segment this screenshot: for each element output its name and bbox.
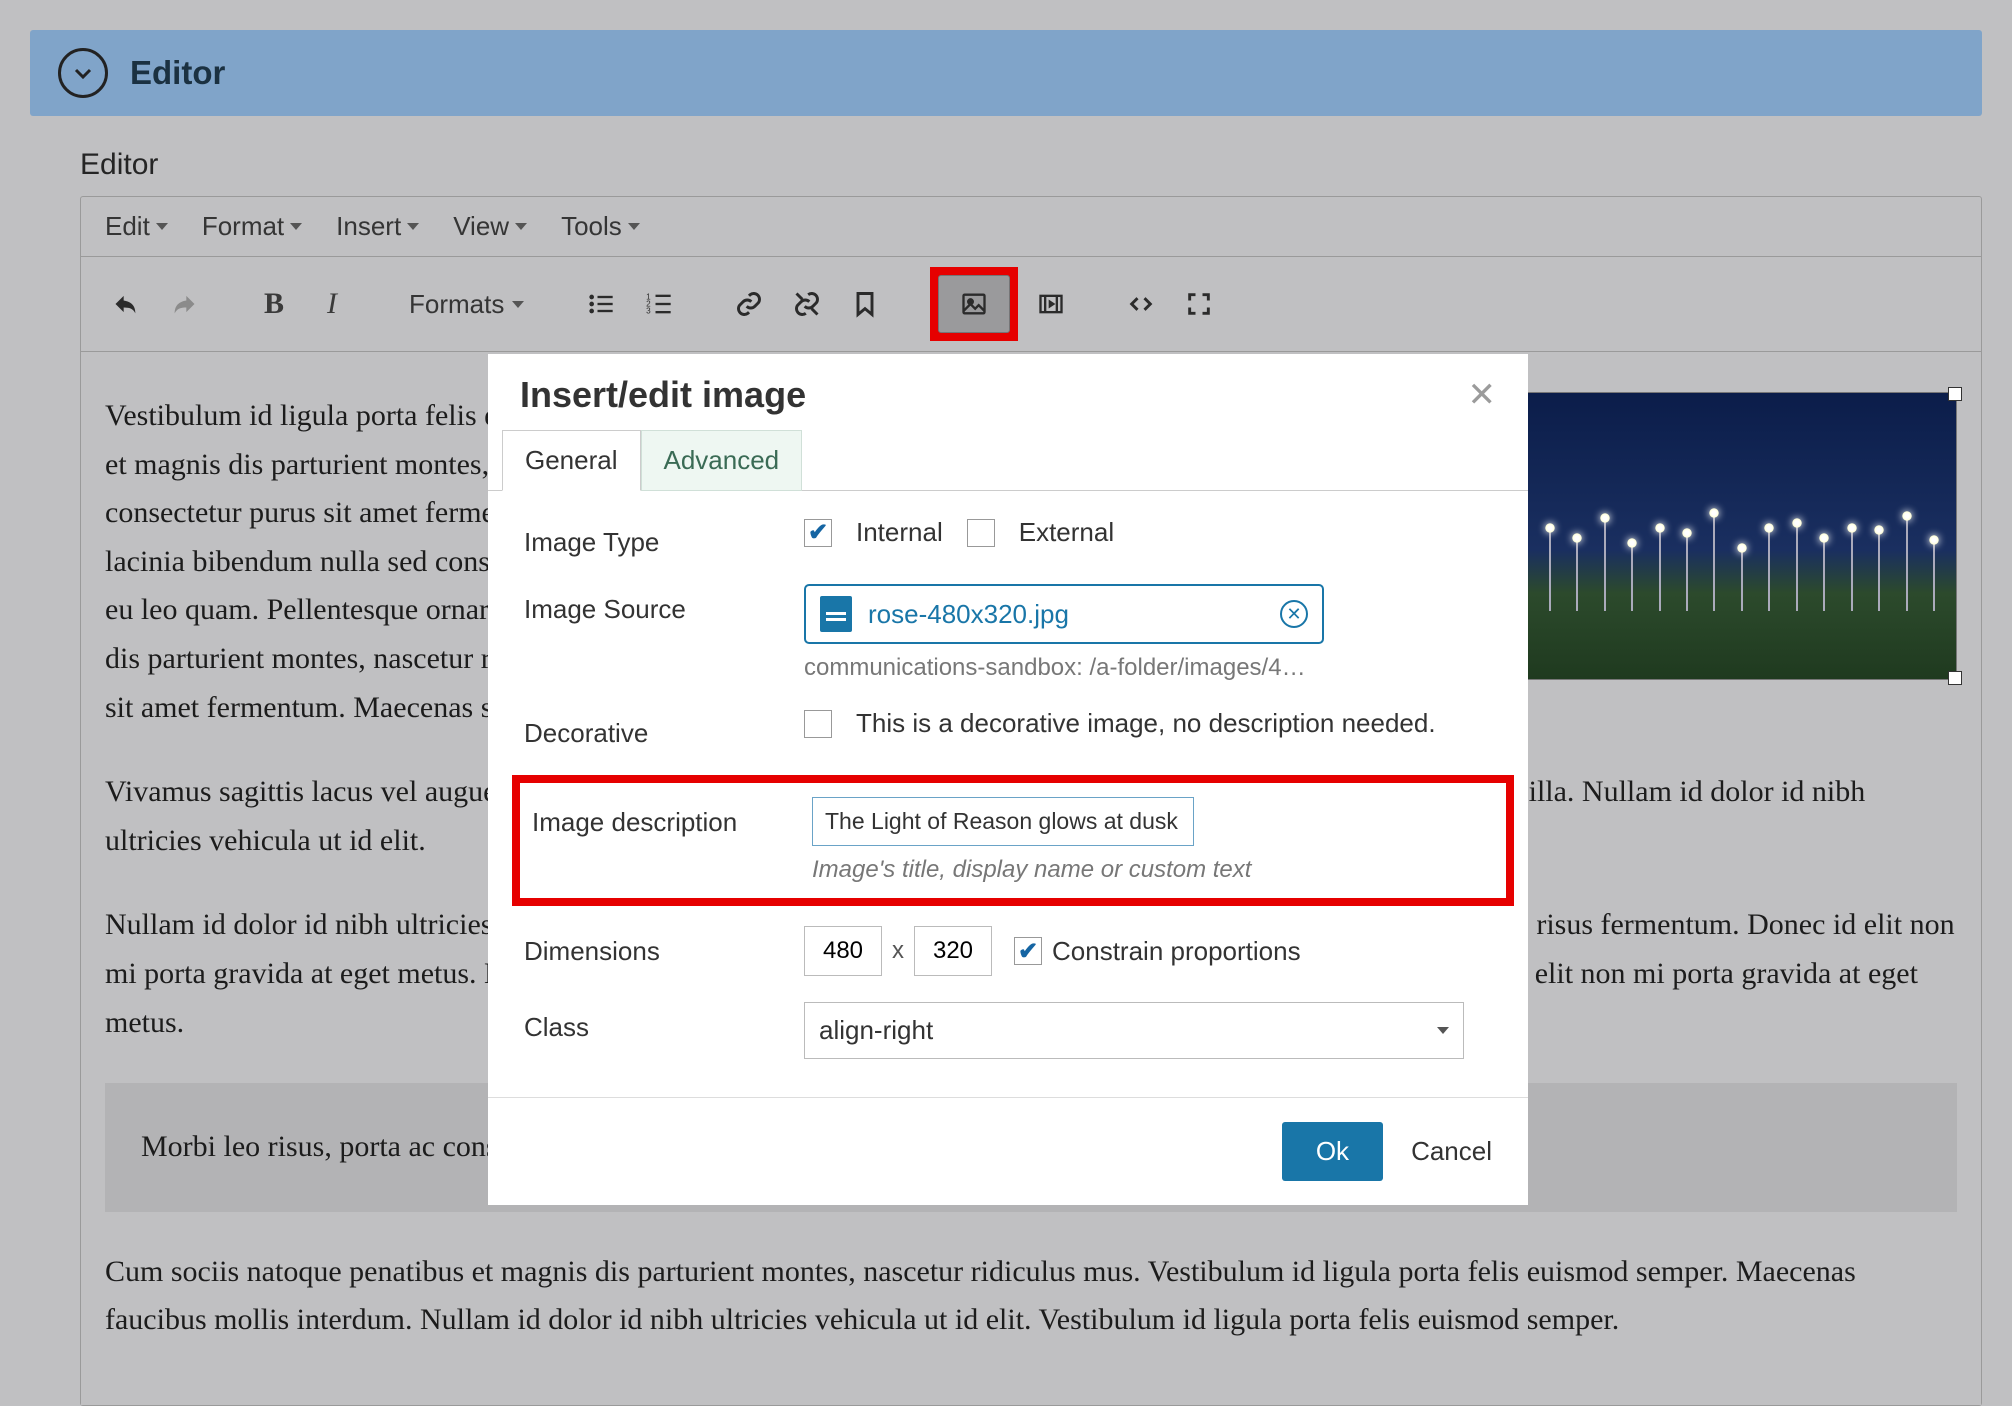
tab-advanced[interactable]: Advanced [641,430,803,491]
checkbox-constrain[interactable] [1014,937,1042,965]
image-description-highlight: Image description Image's title, display… [512,775,1514,906]
toolbar: B I Formats 123 [81,257,1981,352]
section-title: Editor [130,54,225,92]
description-helper: Image's title, display name or custom te… [800,856,1486,884]
svg-text:3: 3 [647,306,652,315]
close-icon[interactable]: ✕ [1468,375,1497,415]
numbered-list-button[interactable]: 123 [632,277,686,331]
label-decorative: Decorative [524,708,804,749]
label-internal: Internal [856,517,943,548]
chevron-down-icon [1437,1027,1449,1034]
insert-image-button[interactable] [938,275,1010,333]
italic-button[interactable]: I [305,277,359,331]
ok-button[interactable]: Ok [1282,1122,1383,1181]
label-image-source: Image Source [524,584,804,625]
label-class: Class [524,1002,804,1043]
checkbox-internal[interactable] [804,519,832,547]
editor-label: Editor [80,148,1982,182]
height-input[interactable] [914,926,992,976]
insert-image-dialog: Insert/edit image ✕ General Advanced Ima… [488,354,1528,1205]
tab-general[interactable]: General [502,430,641,491]
menu-tools[interactable]: Tools [561,211,640,242]
anchor-button[interactable] [838,277,892,331]
cancel-button[interactable]: Cancel [1411,1136,1492,1167]
inserted-image[interactable] [1527,392,1957,680]
paragraph: Cum sociis natoque penatibus et magnis d… [105,1248,1957,1345]
width-input[interactable] [804,926,882,976]
source-code-button[interactable] [1114,277,1168,331]
checkbox-decorative[interactable] [804,710,832,738]
decorative-text: This is a decorative image, no descripti… [856,708,1436,739]
bold-button[interactable]: B [247,277,301,331]
source-path: communications-sandbox: /a-folder/images… [804,654,1492,682]
label-dimensions: Dimensions [524,926,804,967]
redo-button[interactable] [157,277,211,331]
menu-view[interactable]: View [453,211,527,242]
unlink-button[interactable] [780,277,834,331]
menu-insert[interactable]: Insert [336,211,419,242]
label-constrain: Constrain proportions [1052,936,1301,967]
undo-button[interactable] [99,277,153,331]
chevron-down-icon[interactable] [58,48,108,98]
checkbox-external[interactable] [967,519,995,547]
insert-image-button-highlight [930,267,1018,341]
menu-edit[interactable]: Edit [105,211,168,242]
label-image-description: Image description [532,797,812,838]
menu-format[interactable]: Format [202,211,302,242]
dimension-separator: x [892,937,904,965]
formats-dropdown[interactable]: Formats [395,279,538,330]
fullscreen-button[interactable] [1172,277,1226,331]
label-external: External [1019,517,1114,548]
link-button[interactable] [722,277,776,331]
image-description-input[interactable] [812,797,1194,846]
insert-media-button[interactable] [1024,277,1078,331]
file-icon [820,596,852,632]
editor-section-header[interactable]: Editor [30,30,1982,116]
bullet-list-button[interactable] [574,277,628,331]
clear-source-icon[interactable]: ✕ [1280,600,1308,628]
menu-bar: Edit Format Insert View Tools [81,197,1981,257]
label-image-type: Image Type [524,517,804,558]
dialog-title: Insert/edit image [520,374,806,416]
image-source-field[interactable]: rose-480x320.jpg ✕ [804,584,1324,644]
class-select[interactable]: align-right [804,1002,1464,1059]
source-filename: rose-480x320.jpg [868,599,1069,630]
